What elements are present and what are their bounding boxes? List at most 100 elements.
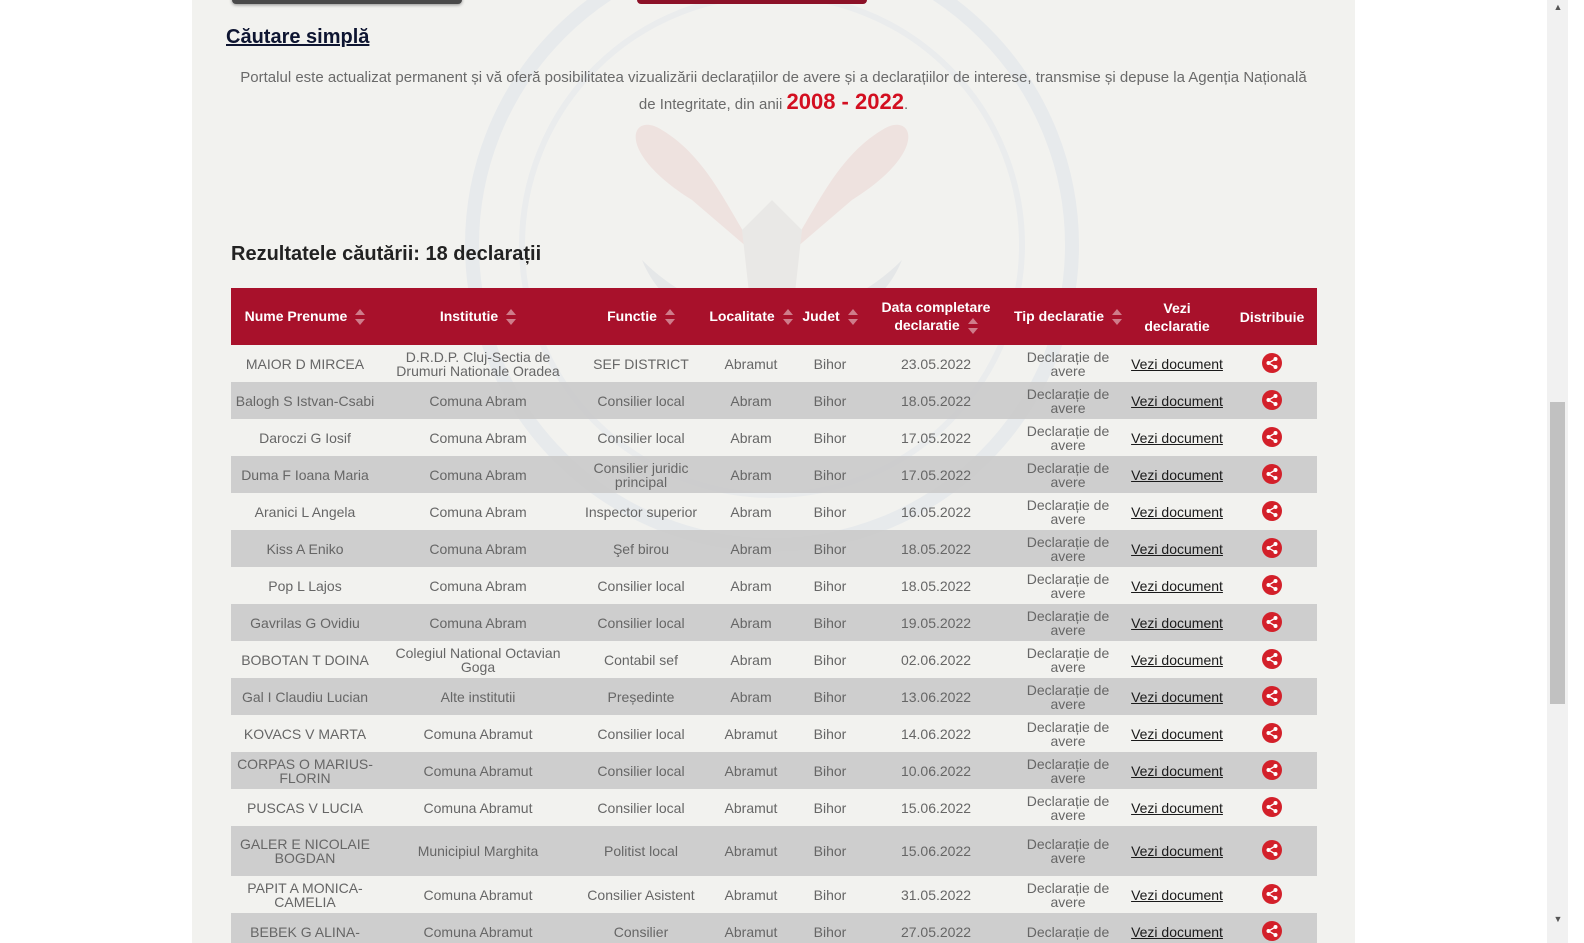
- sort-arrows-icon[interactable]: [1112, 308, 1122, 326]
- vezi-document-link[interactable]: Vezi document: [1131, 924, 1223, 940]
- share-icon[interactable]: [1262, 352, 1282, 373]
- column-header-localitate[interactable]: Localitate: [705, 288, 797, 345]
- cell-judet: Bihor: [813, 651, 847, 668]
- cell-data: 16.05.2022: [900, 503, 972, 520]
- cell-tip: Declarație de avere: [1009, 604, 1127, 641]
- vezi-document-link[interactable]: Vezi document: [1131, 430, 1223, 446]
- scroll-down-arrow-icon[interactable]: ▼: [1552, 914, 1564, 924]
- cell-vezi: Vezi document: [1127, 913, 1227, 943]
- cell-localitate: Abram: [730, 429, 772, 446]
- cell-nume: PAPIT A MONICA-CAMELIA: [247, 879, 363, 910]
- share-icon[interactable]: [1262, 883, 1282, 904]
- cell-functie: Consilier local: [597, 725, 685, 742]
- share-icon[interactable]: [1262, 722, 1282, 743]
- cell-localitate: Abramut: [724, 886, 778, 903]
- share-icon[interactable]: [1262, 574, 1282, 595]
- share-icon[interactable]: [1262, 389, 1282, 410]
- vezi-document-link[interactable]: Vezi document: [1131, 615, 1223, 631]
- vezi-document-link[interactable]: Vezi document: [1131, 652, 1223, 668]
- vezi-document-link[interactable]: Vezi document: [1131, 887, 1223, 903]
- cell-data: 02.06.2022: [900, 651, 972, 668]
- cell-distribuie: [1227, 752, 1317, 789]
- table-row: MAIOR D MIRCEA D.R.D.P. Cluj-Sectia de Dr…: [231, 345, 1317, 382]
- scrollbar-thumb[interactable]: [1550, 402, 1565, 704]
- cell-functie: Contabil sef: [604, 651, 678, 668]
- share-icon[interactable]: [1262, 648, 1282, 669]
- share-icon[interactable]: [1262, 426, 1282, 447]
- cell-tip: Declarație de avere: [1026, 718, 1110, 749]
- top-button-right[interactable]: [637, 0, 867, 4]
- share-icon[interactable]: [1262, 920, 1282, 941]
- vezi-document-link[interactable]: Vezi document: [1131, 800, 1223, 816]
- vezi-document-link[interactable]: Vezi document: [1131, 578, 1223, 594]
- vezi-document-link[interactable]: Vezi document: [1131, 689, 1223, 705]
- cell-nume: Pop L Lajos: [268, 577, 342, 594]
- cell-judet: Bihor: [797, 678, 863, 715]
- cell-functie: Consilier local: [577, 752, 705, 789]
- cell-functie: Consilier local: [597, 429, 685, 446]
- vezi-document-link[interactable]: Vezi document: [1131, 467, 1223, 483]
- cell-judet: Bihor: [797, 913, 863, 943]
- share-icon[interactable]: [1262, 840, 1282, 860]
- cell-institutie: Comuna Abram: [429, 429, 527, 446]
- share-icon[interactable]: [1262, 463, 1282, 484]
- column-header-functie[interactable]: Functie: [577, 288, 705, 345]
- sort-arrows-icon[interactable]: [664, 308, 675, 326]
- column-header-nume[interactable]: Nume Prenume: [231, 288, 379, 345]
- share-icon[interactable]: [1262, 685, 1282, 706]
- cell-data: 31.05.2022: [900, 886, 972, 903]
- top-button-left[interactable]: [232, 0, 462, 4]
- cell-distribuie: [1227, 678, 1317, 715]
- cell-tip: Declarație de avere: [1026, 644, 1110, 675]
- cell-distribuie: [1227, 493, 1317, 530]
- cell-institutie: Comuna Abram: [379, 382, 577, 419]
- cell-distribuie: [1227, 789, 1317, 826]
- share-icon[interactable]: [1262, 611, 1282, 632]
- cell-institutie: Comuna Abramut: [423, 725, 533, 742]
- cell-tip: Declarație de avere: [1009, 530, 1127, 567]
- cell-institutie: D.R.D.P. Cluj-Sectia de Drumuri National…: [396, 348, 560, 379]
- column-header-tip[interactable]: Tip declaratie: [1009, 288, 1127, 345]
- sort-arrows-icon[interactable]: [506, 308, 517, 326]
- sort-arrows-icon[interactable]: [967, 317, 978, 335]
- cell-functie: Consilier: [577, 913, 705, 943]
- cell-functie: Consilier local: [577, 382, 705, 419]
- cell-nume: MAIOR D MIRCEA: [245, 355, 365, 372]
- cell-institutie: Comuna Abramut: [423, 886, 533, 903]
- cell-vezi: Vezi document: [1127, 715, 1227, 752]
- vezi-document-link[interactable]: Vezi document: [1131, 843, 1223, 859]
- vezi-document-link[interactable]: Vezi document: [1131, 504, 1223, 520]
- vezi-document-link[interactable]: Vezi document: [1131, 356, 1223, 372]
- scroll-up-arrow-icon[interactable]: ▲: [1552, 2, 1564, 12]
- cell-localitate: Abramut: [705, 913, 797, 943]
- cell-data: 27.05.2022: [863, 913, 1009, 943]
- cell-vezi: Vezi document: [1127, 641, 1227, 678]
- vezi-document-link[interactable]: Vezi document: [1131, 726, 1223, 742]
- cell-vezi: Vezi document: [1127, 530, 1227, 567]
- cell-nume: CORPAS O MARIUS-FLORIN: [231, 752, 379, 789]
- cell-nume: Aranici L Angela: [254, 503, 356, 520]
- cell-institutie: Comuna Abram: [429, 577, 527, 594]
- sort-arrows-icon[interactable]: [847, 308, 858, 326]
- cell-judet: Bihor: [813, 503, 847, 520]
- vezi-document-link[interactable]: Vezi document: [1131, 541, 1223, 557]
- column-header-institutie[interactable]: Institutie: [379, 288, 577, 345]
- share-icon[interactable]: [1262, 796, 1282, 817]
- cell-vezi: Vezi document: [1127, 419, 1227, 456]
- section-title[interactable]: Căutare simplă: [226, 26, 369, 49]
- cell-nume: Daroczi G Iosif: [259, 429, 351, 446]
- sort-arrows-icon[interactable]: [782, 308, 793, 326]
- cell-distribuie: [1227, 715, 1317, 752]
- column-header-judet[interactable]: Judet: [797, 288, 863, 345]
- column-header-data[interactable]: Data completare declaratie: [863, 288, 1009, 345]
- cell-data: 10.06.2022: [863, 752, 1009, 789]
- share-icon[interactable]: [1262, 759, 1282, 780]
- share-icon[interactable]: [1262, 537, 1282, 558]
- cell-localitate: Abram: [705, 604, 797, 641]
- sort-arrows-icon[interactable]: [355, 308, 366, 326]
- share-icon[interactable]: [1262, 500, 1282, 521]
- vezi-document-link[interactable]: Vezi document: [1131, 763, 1223, 779]
- cell-distribuie: [1227, 567, 1317, 604]
- vezi-document-link[interactable]: Vezi document: [1131, 393, 1223, 409]
- cell-tip: Declarație de avere: [1026, 792, 1110, 823]
